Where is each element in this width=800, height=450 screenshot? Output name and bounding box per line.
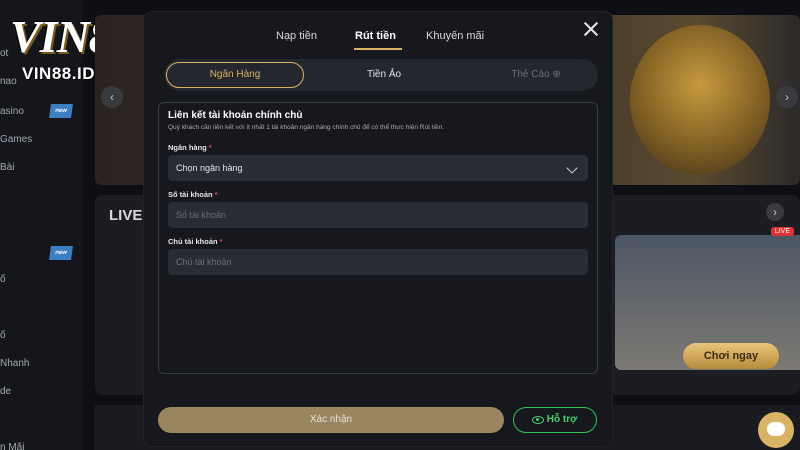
bank-link-form: Liên kết tài khoản chính chủ Quý khách c… (158, 102, 598, 374)
chevron-left-icon[interactable]: ‹ (101, 86, 123, 108)
info-icon: ⊕ (552, 69, 561, 80)
sidebar-item[interactable]: Nhanh (0, 358, 29, 369)
eye-icon (532, 416, 544, 424)
chevron-right-icon[interactable]: › (766, 203, 784, 221)
withdraw-modal: Nạp tiền Rút tiền Khuyến mãi Ngân Hàng T… (144, 12, 612, 446)
account-number-label: Số tài khoản * (168, 190, 218, 199)
subtab-crypto[interactable]: Tiền Ảo (324, 59, 444, 91)
required-mark: * (214, 190, 218, 199)
required-mark: * (208, 143, 212, 152)
chevron-down-icon (566, 162, 578, 174)
sidebar-item[interactable]: Bài (0, 162, 14, 173)
sidebar-item[interactable]: ố (0, 330, 6, 341)
sidebar-item[interactable]: Games (0, 134, 32, 145)
bank-label: Ngân hàng * (168, 143, 212, 152)
account-owner-input[interactable]: Chủ tài khoản (168, 249, 588, 275)
active-tab-indicator (354, 48, 402, 50)
tab-withdraw[interactable]: Rút tiền (355, 30, 396, 42)
play-now-button[interactable]: Chơi ngay (683, 343, 779, 369)
subtab-bank[interactable]: Ngân Hàng (166, 62, 304, 88)
required-mark: * (219, 237, 223, 246)
form-title: Liên kết tài khoản chính chủ (168, 110, 303, 121)
bank-select-value: Chọn ngân hàng (176, 163, 243, 173)
sidebar-item[interactable]: asino (0, 106, 24, 117)
modal-tabs: Nạp tiền Rút tiền Khuyến mãi (144, 30, 612, 60)
lock-illustration (630, 25, 770, 175)
live-badge: LIVE (770, 227, 794, 236)
sidebar-item[interactable]: de (0, 386, 11, 397)
subtab-card-label: Thẻ Cào (511, 69, 550, 80)
account-number-input[interactable]: Số tài khoản (168, 202, 588, 228)
chat-icon[interactable] (758, 412, 794, 448)
live-section-title: LIVE (109, 207, 143, 224)
sidebar-item[interactable]: ố (0, 274, 6, 285)
account-owner-label: Chủ tài khoản * (168, 237, 223, 246)
chevron-right-icon[interactable]: › (776, 86, 798, 108)
sidebar-item[interactable]: n Mãi (0, 442, 24, 450)
tab-promotion[interactable]: Khuyến mãi (426, 30, 484, 42)
tab-deposit[interactable]: Nạp tiền (276, 30, 317, 42)
bank-select[interactable]: Chọn ngân hàng (168, 155, 588, 181)
new-badge: new (49, 246, 73, 260)
form-description: Quý khách cần liên kết với ít nhất 1 tài… (168, 124, 445, 131)
withdraw-method-tabs: Ngân Hàng Tiền Ảo Thẻ Cào ⊕ (164, 59, 598, 91)
close-icon[interactable] (582, 20, 600, 38)
confirm-button[interactable]: Xác nhận (158, 407, 504, 433)
logo-subtext: VIN88.ID (22, 64, 95, 83)
new-badge: new (49, 104, 73, 118)
subtab-card[interactable]: Thẻ Cào ⊕ (476, 59, 596, 91)
support-button-label: Hỗ trợ (546, 414, 578, 425)
support-button[interactable]: Hỗ trợ (513, 407, 597, 433)
